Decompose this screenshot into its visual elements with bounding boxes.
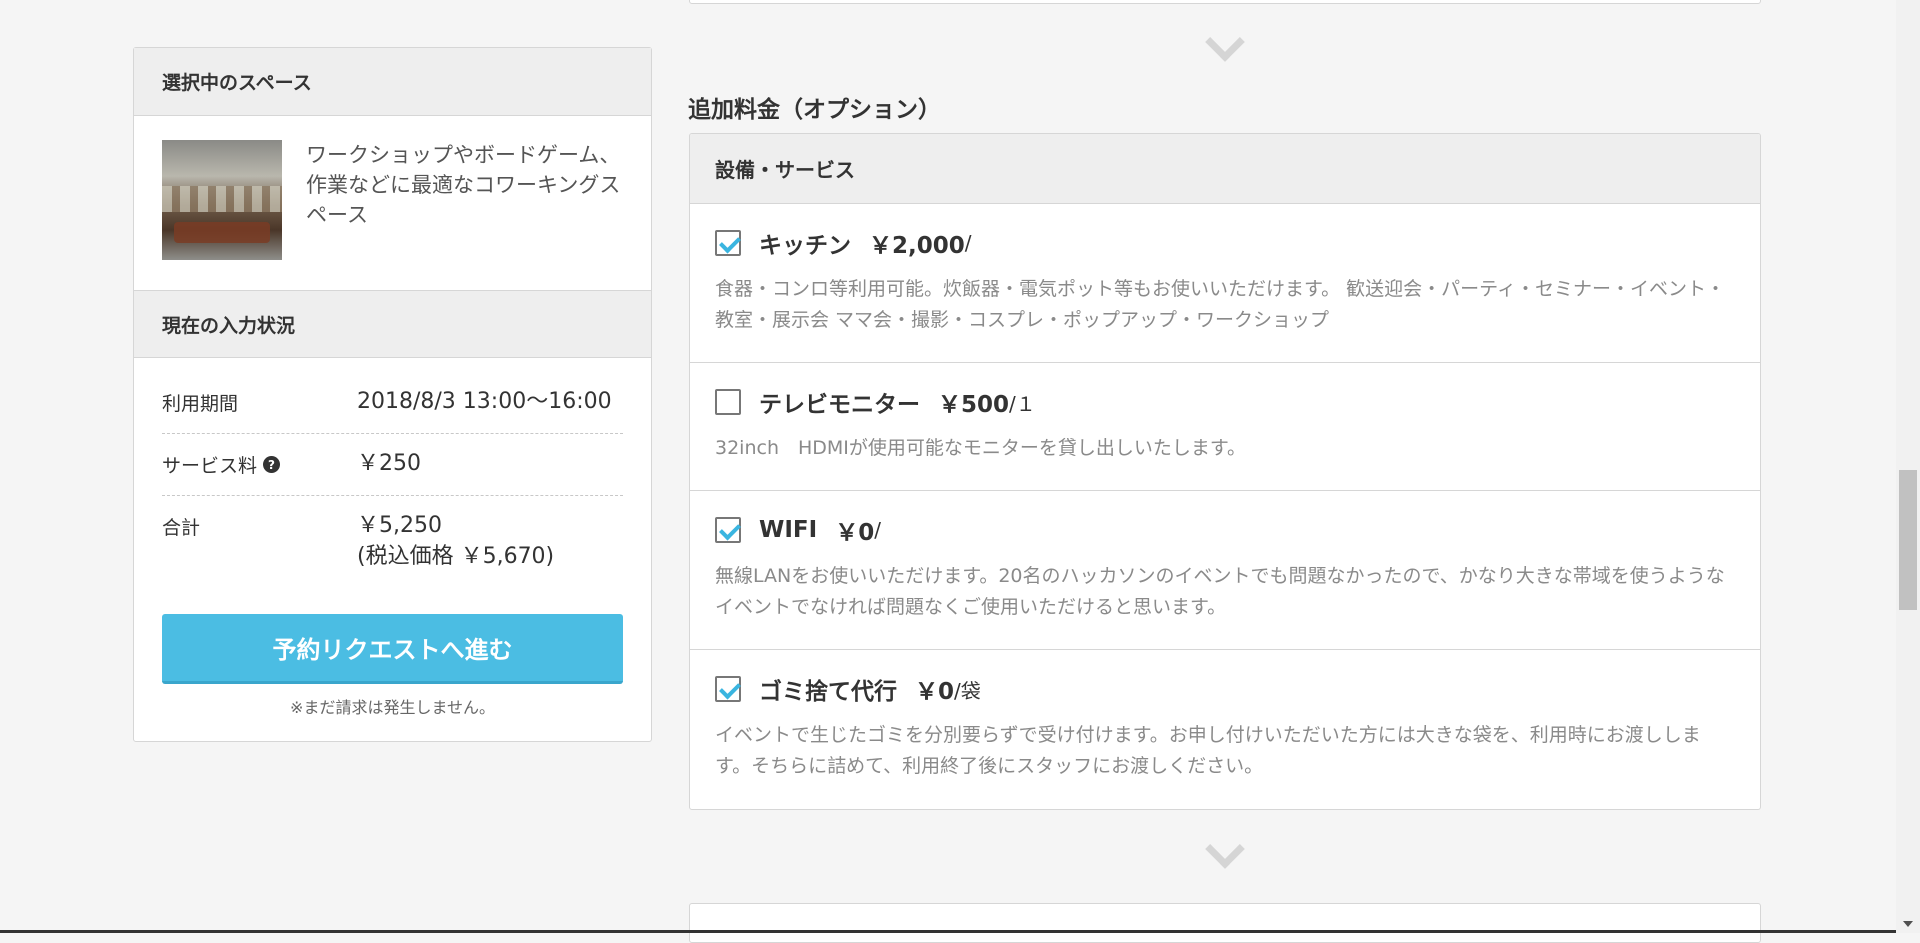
option-head: キッチン ￥2,000/ <box>715 224 1735 262</box>
billing-note: ※まだ請求は発生しません。 <box>134 694 651 718</box>
option-checkbox-tv-monitor[interactable] <box>715 389 741 415</box>
space-thumbnail[interactable] <box>162 140 282 260</box>
option-description: イベントで生じたゴミを分別要らずで受け付けます。お申し付けいただいた方には大きな… <box>715 720 1735 782</box>
scrollbar-thumb[interactable] <box>1899 470 1917 610</box>
option-unit: / <box>874 518 881 542</box>
option-item-tv-monitor: テレビモニター ￥500/１ 32inch HDMIが使用可能なモニターを貸し出… <box>690 363 1760 491</box>
chevron-down-icon <box>1205 829 1245 869</box>
option-head: テレビモニター ￥500/１ <box>715 383 1735 421</box>
period-row: 利用期間 2018/8/3 13:00～16:00 <box>162 372 623 434</box>
total-row: 合計 ￥5,250 (税込価格 ￥5,670) <box>162 496 623 586</box>
question-icon[interactable]: ? <box>263 456 280 473</box>
option-price: ￥0 <box>835 513 874 547</box>
scroll-down-arrow-icon[interactable] <box>1903 921 1913 927</box>
selected-space-heading: 選択中のスペース <box>134 48 651 116</box>
option-price: ￥0 <box>915 672 954 706</box>
proceed-to-request-button[interactable]: 予約リクエストへ進む <box>162 614 623 684</box>
option-unit: / <box>965 231 972 255</box>
chevron-down-icon <box>1205 22 1245 62</box>
option-description: 食器・コンロ等利用可能。炊飯器・電気ポット等もお使いいただけます。 歓送迎会・パ… <box>715 274 1735 336</box>
option-head: WIFI ￥0/ <box>715 511 1735 549</box>
option-name: ゴミ捨て代行 <box>759 672 897 706</box>
total-value: ￥5,250 (税込価格 ￥5,670) <box>357 510 554 572</box>
previous-card-edge <box>689 0 1761 4</box>
status-details: 利用期間 2018/8/3 13:00～16:00 サービス料 ? ￥250 合… <box>134 358 651 586</box>
service-fee-row: サービス料 ? ￥250 <box>162 434 623 496</box>
option-checkbox-kitchen[interactable] <box>715 230 741 256</box>
service-fee-label-text: サービス料 <box>162 451 257 478</box>
service-fee-label: サービス料 ? <box>162 448 357 478</box>
option-item-garbage: ゴミ捨て代行 ￥0/袋 イベントで生じたゴミを分別要らずで受け付けます。お申し付… <box>690 650 1760 782</box>
option-name: WIFI <box>759 517 817 543</box>
status-heading: 現在の入力状況 <box>134 290 651 358</box>
option-item-kitchen: キッチン ￥2,000/ 食器・コンロ等利用可能。炊飯器・電気ポット等もお使いい… <box>690 204 1760 363</box>
option-unit: /袋 <box>954 675 981 704</box>
option-name: キッチン <box>759 226 851 260</box>
option-description: 32inch HDMIが使用可能なモニターを貸し出しいたします。 <box>715 433 1735 464</box>
facility-service-heading: 設備・サービス <box>690 134 1760 204</box>
total-label: 合計 <box>162 510 357 540</box>
options-card: 設備・サービス キッチン ￥2,000/ 食器・コンロ等利用可能。炊飯器・電気ポ… <box>689 133 1761 810</box>
option-item-wifi: WIFI ￥0/ 無線LANをお使いいただけます。20名のハッカソンのイベントで… <box>690 491 1760 650</box>
option-description: 無線LANをお使いいただけます。20名のハッカソンのイベントでも問題なかったので… <box>715 561 1735 623</box>
next-card-edge <box>689 903 1761 943</box>
page-scrollbar[interactable] <box>1896 0 1920 933</box>
option-name: テレビモニター <box>759 385 920 419</box>
selected-space: ワークショップやボードゲーム、作業などに最適なコワーキングスペース <box>134 116 651 290</box>
reservation-summary: 選択中のスペース ワークショップやボードゲーム、作業などに最適なコワーキングスペ… <box>133 47 652 742</box>
period-label-text: 利用期間 <box>162 389 238 416</box>
total-tax-included: (税込価格 ￥5,670) <box>357 541 554 572</box>
option-unit: /１ <box>1009 388 1036 417</box>
option-price: ￥500 <box>938 385 1009 419</box>
period-label: 利用期間 <box>162 386 357 416</box>
option-checkbox-garbage[interactable] <box>715 676 741 702</box>
period-value: 2018/8/3 13:00～16:00 <box>357 386 612 417</box>
option-price: ￥2,000 <box>869 226 965 260</box>
space-description: ワークショップやボードゲーム、作業などに最適なコワーキングスペース <box>306 140 623 266</box>
total-label-text: 合計 <box>162 513 200 540</box>
total-amount: ￥5,250 <box>357 510 554 541</box>
service-fee-value: ￥250 <box>357 448 421 479</box>
option-head: ゴミ捨て代行 ￥0/袋 <box>715 670 1735 708</box>
option-checkbox-wifi[interactable] <box>715 517 741 543</box>
options-title: 追加料金（オプション） <box>688 90 941 124</box>
